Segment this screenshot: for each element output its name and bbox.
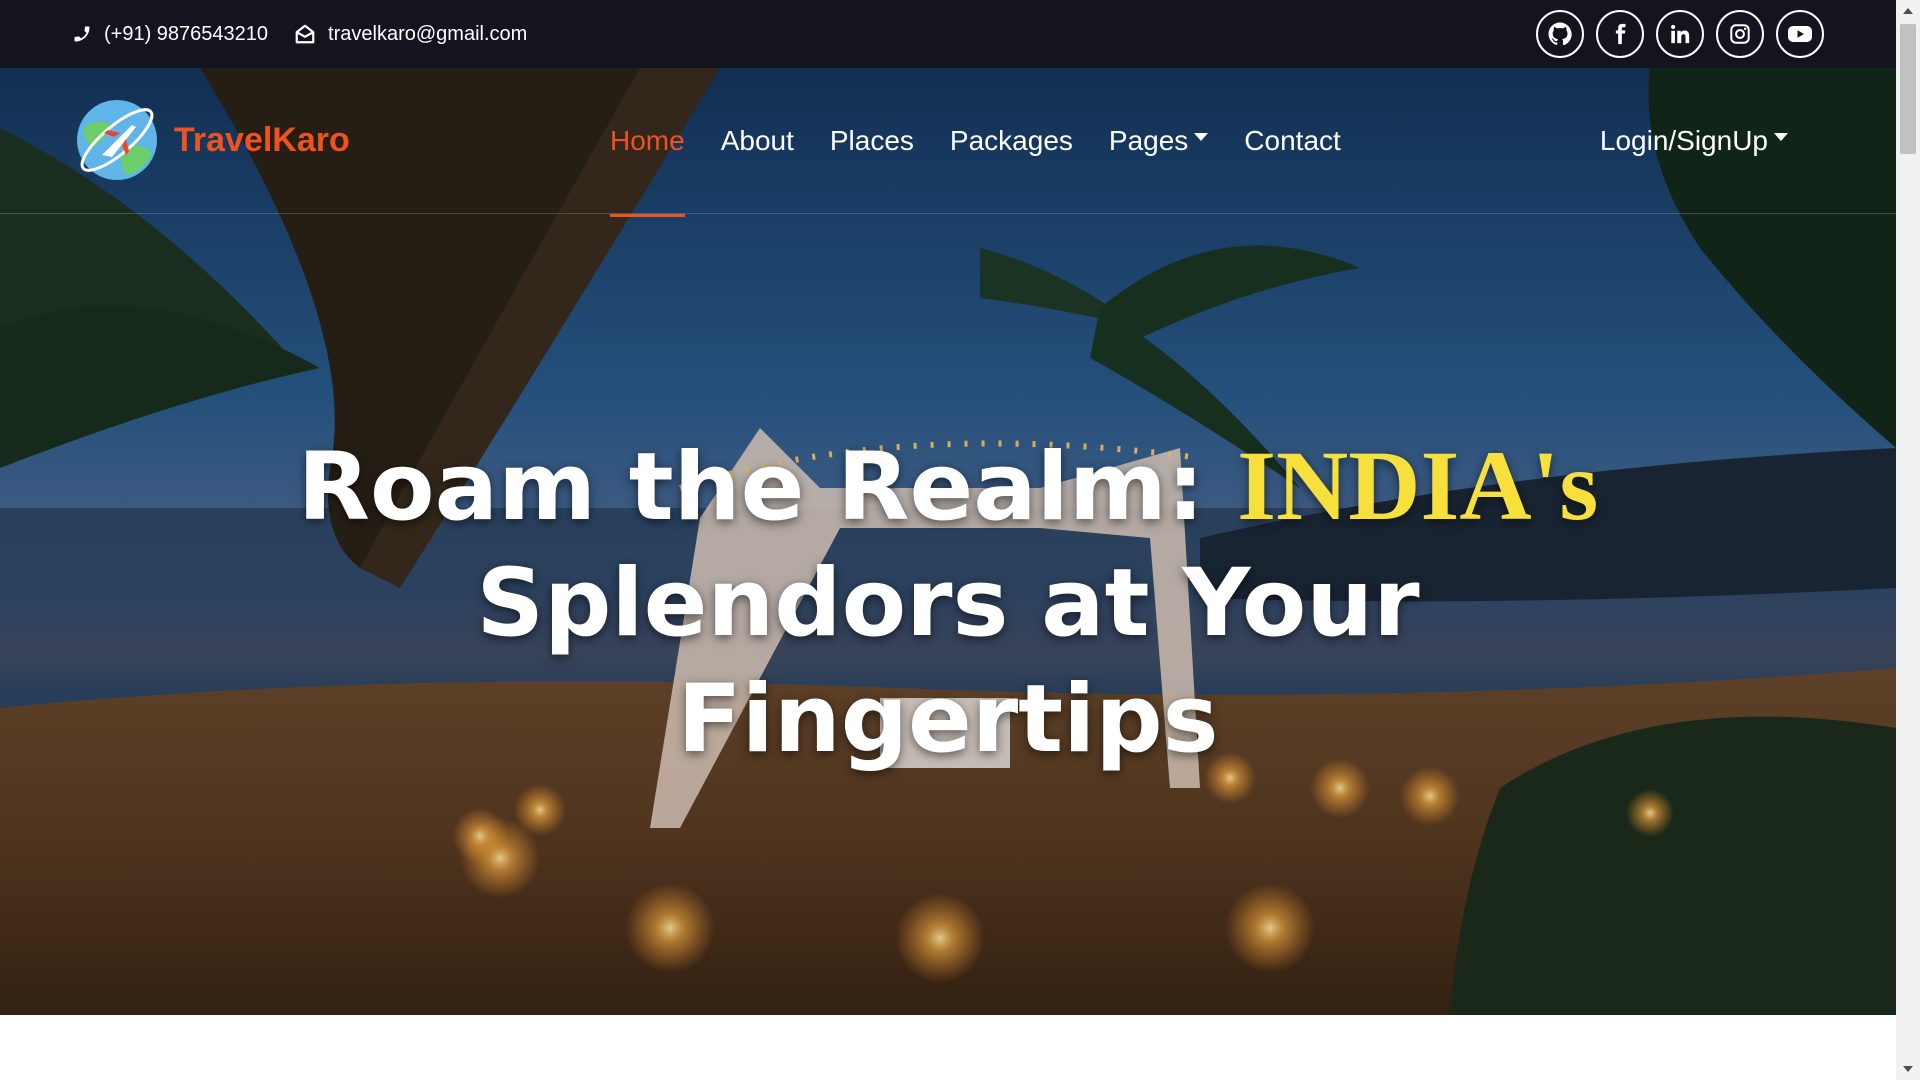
headline-line2: Splendors at Your — [476, 549, 1420, 658]
github-icon — [1548, 22, 1572, 46]
nav-packages[interactable]: Packages — [950, 125, 1073, 157]
caret-down-icon — [1194, 133, 1209, 141]
facebook-link[interactable] — [1596, 10, 1644, 58]
nav-pages-dropdown[interactable]: Pages — [1108, 125, 1209, 157]
nav-contact[interactable]: Contact — [1244, 125, 1341, 157]
social-links — [1536, 10, 1824, 58]
brand-name: TravelKaro — [174, 120, 350, 159]
hero-headline: Roam the Realm: INDIA's Splendors at You… — [0, 428, 1896, 778]
instagram-link[interactable] — [1716, 10, 1764, 58]
hero-section: TravelKaro Home About Places Packages Pa… — [0, 68, 1896, 1015]
login-signup-label: Login/SignUp — [1599, 125, 1768, 156]
youtube-link[interactable] — [1776, 10, 1824, 58]
page-scrollbar[interactable] — [1896, 0, 1920, 1080]
linkedin-link[interactable] — [1656, 10, 1704, 58]
nav-pages-label: Pages — [1108, 125, 1189, 156]
email-contact[interactable]: travelkaro@gmail.com — [294, 23, 527, 46]
nav-links: Home About Places Packages Pages Contact — [592, 68, 1359, 217]
caret-down-icon — [1774, 133, 1788, 141]
instagram-icon — [1730, 24, 1750, 44]
nav-home[interactable]: Home — [610, 125, 685, 217]
github-link[interactable] — [1536, 10, 1584, 58]
linkedin-icon — [1671, 24, 1690, 44]
youtube-icon — [1788, 26, 1812, 42]
scroll-down-arrow-icon[interactable] — [1903, 1066, 1913, 1072]
envelope-open-icon — [295, 24, 315, 44]
top-contact-bar: (+91) 9876543210 travelkaro@gmail.com — [0, 0, 1896, 68]
phone-contact[interactable]: (+91) 9876543210 — [72, 23, 268, 46]
contact-info: (+91) 9876543210 travelkaro@gmail.com — [72, 23, 553, 46]
email-address: travelkaro@gmail.com — [328, 22, 528, 45]
brand-logo-link[interactable]: TravelKaro — [74, 97, 350, 183]
main-navbar: TravelKaro Home About Places Packages Pa… — [0, 68, 1896, 217]
nav-about[interactable]: About — [721, 125, 794, 157]
headline-line3: Fingertips — [677, 665, 1219, 774]
headline-india-accent: INDIA's — [1237, 430, 1599, 541]
scrollbar-thumb[interactable] — [1900, 24, 1916, 154]
facebook-icon — [1615, 23, 1626, 45]
scroll-up-arrow-icon[interactable] — [1903, 8, 1913, 14]
login-signup-dropdown[interactable]: Login/SignUp — [1600, 68, 1788, 214]
headline-line1-prefix: Roam the Realm: — [297, 433, 1238, 542]
phone-icon — [74, 26, 90, 42]
phone-number: (+91) 9876543210 — [104, 22, 269, 45]
globe-plane-logo-icon — [77, 100, 157, 180]
nav-places[interactable]: Places — [830, 125, 914, 157]
